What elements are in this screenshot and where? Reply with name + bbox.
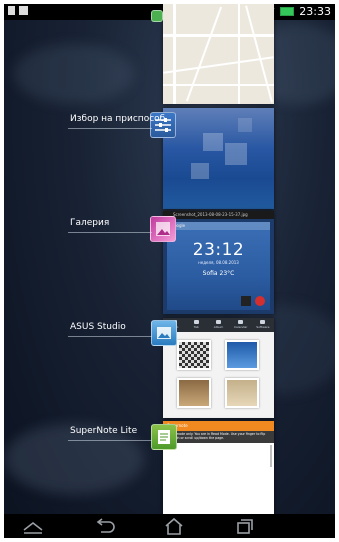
- battery-icon: [280, 7, 295, 16]
- recent-apps-icon[interactable]: [228, 516, 258, 536]
- gallery-screenshot: Google 23:12 неделя, 08.08.2013 Sofia 23…: [167, 222, 270, 310]
- gallery-clock: 23:12: [192, 240, 245, 260]
- studio-photo: [225, 378, 259, 408]
- studio-photo: [225, 340, 259, 370]
- studio-tab: Tab: [185, 318, 207, 332]
- up-arrow-icon[interactable]: [18, 516, 48, 536]
- wallpaper-cloud: [14, 44, 134, 104]
- supernote-title-bar: Supernote: [163, 421, 274, 431]
- gallery-icon[interactable]: [150, 216, 176, 242]
- task-label-settings[interactable]: Избор на приспособ: [70, 114, 165, 124]
- maps-icon[interactable]: [151, 10, 163, 22]
- supernote-read-mode-message: Read mode only. You are in Read Mode. Us…: [163, 431, 274, 443]
- task-thumbnail-maps[interactable]: [163, 4, 274, 104]
- gallery-google-bar: Google: [167, 222, 270, 230]
- gallery-app-icon: [241, 296, 251, 306]
- recent-apps-screen: 23:33 Избор на приспособ Screenshot_2013: [4, 4, 335, 538]
- task-thumbnail-gallery[interactable]: Screenshot_2013-08-08-23-15-37.jpg Googl…: [163, 211, 274, 314]
- gallery-date: неделя, 08.08.2013: [198, 260, 239, 265]
- studio-tab: Calendar: [230, 318, 252, 332]
- studio-tab-bar: Photo Tab Album Calendar Software: [163, 318, 274, 332]
- studio-photo: [177, 340, 211, 370]
- studio-tab: Album: [207, 318, 229, 332]
- clock: 23:33: [299, 5, 331, 18]
- back-icon[interactable]: [89, 516, 119, 536]
- task-label-supernote[interactable]: SuperNote Lite: [70, 426, 137, 436]
- supernote-scrollbar: [270, 445, 272, 467]
- home-icon[interactable]: [159, 516, 189, 536]
- gallery-filename: Screenshot_2013-08-08-23-15-37.jpg: [163, 211, 274, 219]
- document-icon: [8, 6, 15, 15]
- task-divider: [68, 128, 152, 129]
- navigation-bar: [4, 514, 335, 538]
- task-thumbnail-wallpaper[interactable]: [163, 108, 274, 209]
- gallery-weather: Sofia 23°C: [202, 270, 235, 277]
- download-icon: [19, 6, 28, 15]
- task-thumbnail-asus-studio[interactable]: Photo Tab Album Calendar Software: [163, 318, 274, 418]
- studio-photo: [177, 378, 211, 408]
- gallery-app-icon: [255, 296, 265, 306]
- task-divider: [68, 232, 152, 233]
- supernote-icon[interactable]: [151, 424, 177, 450]
- studio-tab: Software: [252, 318, 274, 332]
- task-divider: [68, 336, 152, 337]
- task-label-gallery[interactable]: Галерия: [70, 218, 109, 228]
- task-label-asus-studio[interactable]: ASUS Studio: [70, 322, 126, 332]
- task-divider: [68, 440, 152, 441]
- task-thumbnail-supernote[interactable]: Supernote Read mode only. You are in Rea…: [163, 421, 274, 525]
- asus-studio-icon[interactable]: [151, 320, 177, 346]
